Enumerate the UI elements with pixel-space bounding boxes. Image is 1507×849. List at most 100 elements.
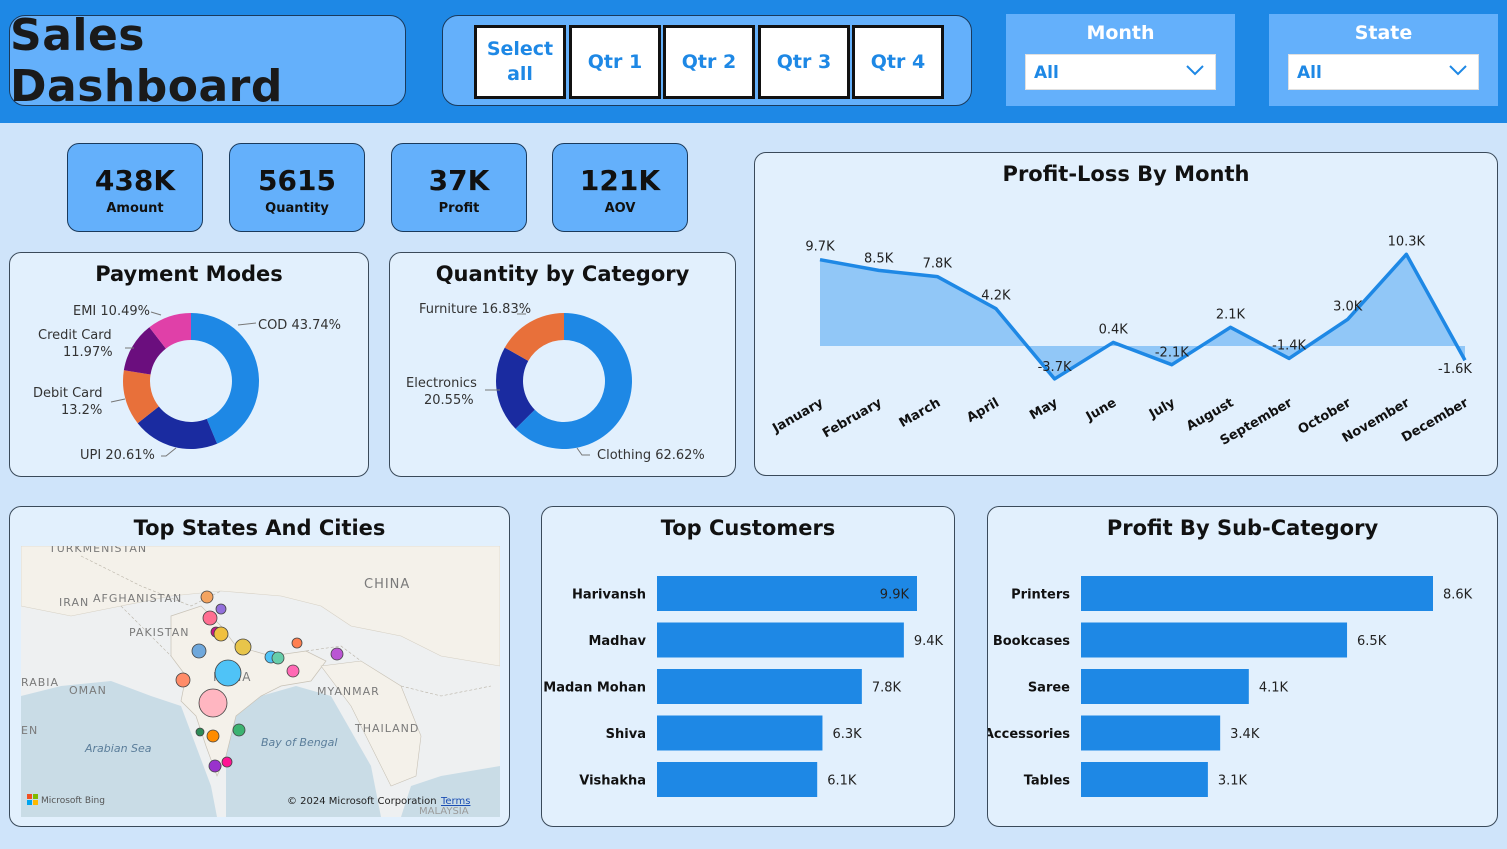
- map-label-arabian-sea: Arabian Sea: [84, 742, 152, 755]
- subcategory-value-label: 6.5K: [1357, 634, 1387, 649]
- map-label-iran: IRAN: [59, 596, 89, 609]
- profit-loss-point[interactable]: [1107, 336, 1119, 348]
- map-view[interactable]: TURKMENISTAN AFGHANISTAN IRAN PAKISTAN C…: [21, 546, 500, 817]
- profit-loss-data-label: 4.2K: [981, 289, 1011, 304]
- profit-loss-point[interactable]: [931, 271, 943, 283]
- kpi-amount-value: 438K: [94, 164, 176, 197]
- title-card: Sales Dashboard: [9, 10, 406, 112]
- subcategory-value-label: 4.1K: [1259, 681, 1289, 696]
- profit-loss-point[interactable]: [1342, 313, 1354, 325]
- kpi-quantity-card: 5615 Quantity: [229, 143, 365, 232]
- map-terms-link[interactable]: Terms: [440, 796, 470, 807]
- chevron-down-icon: [1449, 65, 1467, 76]
- customer-bar[interactable]: [657, 576, 917, 611]
- subcategory-value-label: 3.4K: [1230, 727, 1260, 742]
- profit-loss-x-tick: February: [820, 395, 885, 441]
- subcategory-bar[interactable]: [1081, 762, 1208, 797]
- profit-loss-data-label: -1.6K: [1438, 362, 1472, 377]
- subcategory-bar[interactable]: [1081, 715, 1221, 751]
- subcategory-category-label: Tables: [1024, 774, 1071, 789]
- customer-category-label: Harivansh: [572, 588, 646, 603]
- profit-loss-point[interactable]: [1400, 248, 1412, 260]
- profit-loss-point[interactable]: [990, 303, 1002, 315]
- map-marker: [206, 729, 220, 743]
- map-attribution: Microsoft Bing: [41, 796, 105, 806]
- top-customers-chart: Harivansh 9.9K Madhav 9.4K Madan Mohan 7.8K Sh…: [543, 576, 944, 797]
- map-label-myanmar: MYANMAR: [317, 685, 380, 698]
- category-label-electronics-pct: 20.55%: [424, 393, 474, 408]
- category-label-clothing: Clothing 62.62%: [597, 448, 705, 463]
- month-filter: Month All: [1006, 14, 1235, 106]
- map-marker: [175, 672, 191, 688]
- map-label-oman: OMAN: [69, 684, 107, 697]
- profit-loss-point[interactable]: [1224, 321, 1236, 333]
- subcategory-bar[interactable]: [1081, 669, 1249, 704]
- map-label-china: CHINA: [364, 577, 410, 592]
- quarter-3-button[interactable]: Qtr 3: [758, 25, 850, 99]
- profit-loss-x-tick: June: [1083, 395, 1119, 425]
- state-dropdown[interactable]: All: [1288, 54, 1479, 90]
- profit-subcategory-chart: Printers 8.6K Bookcases 6.5K Saree 4.1K Access…: [988, 576, 1473, 797]
- subcategory-bar[interactable]: [1081, 622, 1348, 658]
- quantity-category-card: Quantity by Category Clothing 62.62% Ele…: [389, 252, 736, 477]
- subcategory-value-label: 3.1K: [1218, 774, 1248, 789]
- subcategory-category-label: Printers: [1011, 588, 1070, 603]
- page-title: Sales Dashboard: [10, 9, 283, 112]
- profit-loss-data-label: 2.1K: [1216, 307, 1246, 322]
- payment-modes-chart: COD 43.74% UPI 20.61% Debit Card 13.2% C…: [33, 304, 341, 463]
- quarter-1-button[interactable]: Qtr 1: [569, 25, 661, 99]
- kpi-amount-label: Amount: [106, 201, 164, 216]
- quarter-4-button[interactable]: Qtr 4: [852, 25, 944, 99]
- profit-loss-x-tick: April: [964, 395, 1002, 425]
- profit-loss-data-label: 9.7K: [805, 240, 835, 255]
- customer-bar[interactable]: [657, 669, 862, 704]
- map-marker: [191, 643, 207, 659]
- payment-label-upi: UPI 20.61%: [80, 448, 155, 463]
- quarter-2-button[interactable]: Qtr 2: [663, 25, 755, 99]
- map-marker: [234, 638, 252, 656]
- subcategory-bar[interactable]: [1081, 576, 1433, 611]
- map-label-en: EN: [21, 724, 38, 737]
- customer-value-label: 6.1K: [827, 774, 857, 789]
- map-label-pakistan: PAKISTAN: [129, 626, 190, 639]
- profit-loss-point[interactable]: [814, 254, 826, 266]
- profit-loss-card: Profit-Loss By Month 9.7K 8.5K 7.8K 4.2K -3.…: [754, 152, 1498, 476]
- map-label-malaysia: MALAYSIA: [419, 806, 469, 817]
- map-marker: [271, 651, 285, 665]
- kpi-profit-card: 37K Profit: [391, 143, 527, 232]
- profit-loss-x-tick: December: [1399, 395, 1471, 445]
- profit-loss-data-label: 0.4K: [1099, 322, 1129, 337]
- profit-subcategory-card: Profit By Sub-Category Printers 8.6K Bookc…: [987, 506, 1498, 827]
- payment-label-credit-card: Credit Card: [38, 328, 112, 343]
- map-marker: [213, 626, 229, 642]
- profit-loss-data-label: 3.0K: [1333, 299, 1363, 314]
- profit-loss-data-label: -3.7K: [1038, 360, 1072, 375]
- map-card: Top States And Cities TURKMENISTAN AFGHA…: [9, 506, 510, 827]
- map-marker: [202, 610, 218, 626]
- month-dropdown[interactable]: All: [1025, 54, 1216, 90]
- payment-label-credit-card-pct: 11.97%: [63, 345, 113, 360]
- kpi-aov-label: AOV: [604, 201, 636, 216]
- profit-loss-x-tick: May: [1027, 395, 1061, 423]
- kpi-aov-card: 121K AOV: [552, 143, 688, 232]
- customer-category-label: Madan Mohan: [543, 681, 646, 696]
- profit-loss-data-label: 7.8K: [923, 257, 953, 272]
- kpi-amount-card: 438K Amount: [67, 143, 203, 232]
- payment-label-debit-card-pct: 13.2%: [61, 403, 102, 418]
- month-dropdown-value: All: [1034, 63, 1059, 83]
- map-marker: [232, 723, 246, 737]
- customer-bar[interactable]: [657, 762, 818, 797]
- subcategory-category-label: Accessories: [988, 727, 1070, 742]
- kpi-quantity-label: Quantity: [265, 201, 329, 216]
- profit-loss-data-label: 8.5K: [864, 251, 894, 266]
- month-filter-label: Month: [1086, 22, 1155, 44]
- map-title: Top States And Cities: [133, 516, 386, 540]
- map-marker: [214, 659, 242, 687]
- customer-bar[interactable]: [657, 622, 904, 658]
- customer-bar[interactable]: [657, 715, 823, 751]
- payment-modes-card: Payment Modes COD 43.74% UPI 20.61% Debi…: [9, 252, 369, 477]
- state-filter-label: State: [1354, 22, 1413, 44]
- kpi-aov-value: 121K: [579, 164, 661, 197]
- quarter-select-all-button[interactable]: Select all: [474, 25, 566, 99]
- profit-loss-point[interactable]: [1283, 352, 1295, 364]
